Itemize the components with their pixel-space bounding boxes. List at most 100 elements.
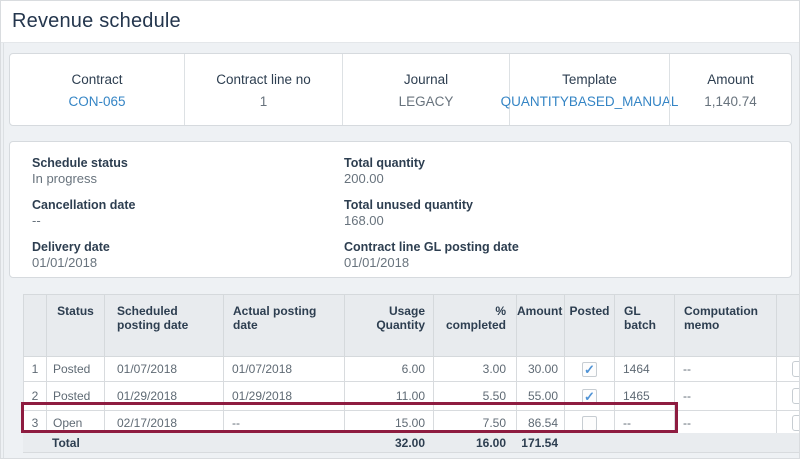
gl-batch-cell: --	[615, 411, 675, 436]
details-card: Schedule status In progress Cancellation…	[9, 141, 792, 278]
cut-off-cell	[777, 382, 800, 411]
total-unused-quantity-value: 168.00	[344, 213, 519, 229]
summary-field-contract: Contract CON-065	[10, 54, 184, 125]
status-cell: Open	[47, 411, 105, 436]
table-row[interactable]: 2 Posted 01/29/2018 01/29/2018 11.00 5.5…	[24, 382, 800, 411]
actual-date-cell: --	[224, 411, 345, 436]
contract-line-no-label: Contract line no	[216, 72, 311, 87]
posted-checkbox-unchecked[interactable]	[582, 416, 597, 431]
total-pct-completed: 16.00	[433, 436, 516, 450]
memo-cell: --	[675, 357, 777, 382]
delivery-date-value: 01/01/2018	[32, 255, 136, 271]
schedule-status-label: Schedule status	[32, 155, 136, 171]
gl-batch-link[interactable]: 1464	[615, 357, 675, 382]
usage-qty-cell: 11.00	[345, 382, 434, 411]
posted-checkbox-checked[interactable]: ✓	[582, 389, 597, 404]
schedule-status-value: In progress	[32, 171, 136, 187]
table-header-row: Status Scheduled posting date Actual pos…	[24, 295, 800, 357]
summary-field-amount: Amount 1,140.74	[669, 54, 791, 125]
row-action-button[interactable]	[792, 361, 800, 377]
col-gl-batch[interactable]: GL batch	[615, 295, 675, 357]
delivery-date-label: Delivery date	[32, 239, 136, 255]
cut-off-cell	[777, 357, 800, 382]
total-amount: 171.54	[516, 436, 564, 450]
contract-line-gl-posting-date-label: Contract line GL posting date	[344, 239, 519, 255]
total-label: Total	[23, 436, 204, 450]
actual-date-cell: 01/29/2018	[224, 382, 345, 411]
col-computation-memo[interactable]: Computation memo	[675, 295, 777, 357]
summary-field-contract-line-no: Contract line no 1	[184, 54, 342, 125]
pct-completed-cell: 7.50	[434, 411, 517, 436]
posted-checkbox-checked[interactable]: ✓	[582, 362, 597, 377]
row-number: 3	[24, 411, 47, 436]
scheduled-date-cell: 01/07/2018	[105, 357, 224, 382]
template-link[interactable]: QUANTITYBASED_MANUAL	[501, 94, 679, 109]
field-cancellation-date: Cancellation date --	[32, 197, 136, 229]
gl-batch-link[interactable]: 1465	[615, 382, 675, 411]
amount-label: Amount	[707, 72, 754, 87]
journal-value: LEGACY	[399, 94, 454, 109]
amount-value: 1,140.74	[704, 94, 757, 109]
journal-label: Journal	[404, 72, 448, 87]
scheduled-date-cell: 01/29/2018	[105, 382, 224, 411]
col-status[interactable]: Status	[47, 295, 105, 357]
field-contract-line-gl-posting-date: Contract line GL posting date 01/01/2018	[344, 239, 519, 271]
contract-line-gl-posting-date-value: 01/01/2018	[344, 255, 519, 271]
field-total-quantity: Total quantity 200.00	[344, 155, 519, 187]
contract-line-no-value: 1	[260, 94, 268, 109]
schedule-table: Status Scheduled posting date Actual pos…	[23, 294, 800, 436]
contract-label: Contract	[71, 72, 122, 87]
amount-cell: 86.54	[517, 411, 565, 436]
row-number: 2	[24, 382, 47, 411]
pct-completed-cell: 5.50	[434, 382, 517, 411]
amount-cell: 30.00	[517, 357, 565, 382]
revenue-schedule-page: Revenue schedule Contract CON-065 Contra…	[0, 0, 800, 459]
template-label: Template	[562, 72, 617, 87]
total-quantity-label: Total quantity	[344, 155, 519, 171]
status-cell: Posted	[47, 382, 105, 411]
posted-cell: ✓	[565, 357, 615, 382]
posted-cell: ✓	[565, 382, 615, 411]
summary-field-template: Template QUANTITYBASED_MANUAL	[509, 54, 669, 125]
cancellation-date-label: Cancellation date	[32, 197, 136, 213]
total-quantity-value: 200.00	[344, 171, 519, 187]
field-total-unused-quantity: Total unused quantity 168.00	[344, 197, 519, 229]
total-usage-qty: 32.00	[204, 436, 433, 450]
col-amount[interactable]: Amount	[517, 295, 565, 357]
details-left-column: Schedule status In progress Cancellation…	[32, 155, 136, 281]
memo-cell: --	[675, 382, 777, 411]
status-cell: Posted	[47, 357, 105, 382]
total-unused-quantity-label: Total unused quantity	[344, 197, 519, 213]
col-pct-completed[interactable]: % completed	[434, 295, 517, 357]
col-usage-quantity[interactable]: Usage Quantity	[345, 295, 434, 357]
col-scheduled-posting-date[interactable]: Scheduled posting date	[105, 295, 224, 357]
row-action-button[interactable]	[792, 415, 800, 431]
col-cut-off	[777, 295, 800, 357]
title-bar: Revenue schedule	[1, 1, 800, 43]
pct-completed-cell: 3.00	[434, 357, 517, 382]
contract-link[interactable]: CON-065	[68, 94, 125, 109]
actual-date-cell: 01/07/2018	[224, 357, 345, 382]
col-actual-posting-date[interactable]: Actual posting date	[224, 295, 345, 357]
summary-card: Contract CON-065 Contract line no 1 Jour…	[9, 53, 792, 126]
cut-off-cell	[777, 411, 800, 436]
col-posted[interactable]: Posted	[565, 295, 615, 357]
scheduled-date-cell: 02/17/2018	[105, 411, 224, 436]
row-action-button[interactable]	[792, 388, 800, 404]
field-schedule-status: Schedule status In progress	[32, 155, 136, 187]
col-rownum	[24, 295, 47, 357]
usage-qty-cell: 15.00	[345, 411, 434, 436]
content-left-edge	[3, 1, 4, 459]
summary-field-journal: Journal LEGACY	[342, 54, 509, 125]
memo-cell: --	[675, 411, 777, 436]
row-number: 1	[24, 357, 47, 382]
amount-cell: 55.00	[517, 382, 565, 411]
page-title: Revenue schedule	[1, 1, 800, 33]
table-total-row: Total 32.00 16.00 171.54	[23, 433, 800, 453]
usage-qty-cell: 6.00	[345, 357, 434, 382]
table-row-highlighted[interactable]: 3 Open 02/17/2018 -- 15.00 7.50 86.54 --…	[24, 411, 800, 436]
posted-cell	[565, 411, 615, 436]
cancellation-date-value: --	[32, 213, 136, 229]
table-row[interactable]: 1 Posted 01/07/2018 01/07/2018 6.00 3.00…	[24, 357, 800, 382]
details-right-column: Total quantity 200.00 Total unused quant…	[344, 155, 519, 281]
